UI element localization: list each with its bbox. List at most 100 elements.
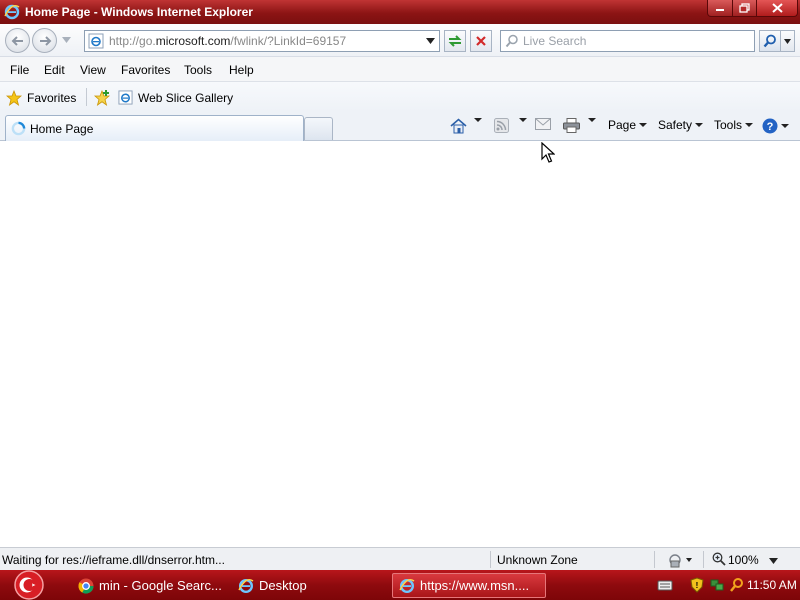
home-button[interactable]	[450, 118, 467, 134]
search-button[interactable]	[759, 30, 781, 52]
search-icon	[763, 34, 776, 48]
favorites-button[interactable]: Favorites	[27, 91, 76, 105]
taskbar-item-chrome[interactable]: min - Google Searc...	[72, 573, 222, 598]
status-separator	[703, 551, 704, 568]
minimize-button[interactable]	[707, 0, 733, 17]
print-icon	[563, 118, 580, 133]
refresh-icon	[448, 35, 462, 47]
forward-button[interactable]	[32, 28, 57, 53]
home-dropdown-button[interactable]	[474, 118, 482, 122]
read-mail-button[interactable]	[535, 118, 551, 130]
home-icon	[450, 118, 467, 134]
new-tab-button[interactable]	[304, 117, 333, 140]
menu-tools[interactable]: Tools	[184, 63, 212, 77]
stop-button[interactable]	[470, 30, 492, 52]
taskbar: min - Google Searc... Desktop https://ww…	[0, 570, 800, 600]
mail-icon	[535, 118, 551, 130]
status-bar: Waiting for res://ieframe.dll/dnserror.h…	[0, 547, 800, 570]
favorites-bar: Favorites Web Slice Gallery	[0, 82, 800, 112]
maximize-button[interactable]	[732, 0, 757, 17]
svg-text:?: ?	[767, 121, 774, 133]
system-tray: !	[657, 574, 749, 596]
rss-feed-icon	[494, 118, 509, 133]
menu-bar: File Edit View Favorites Tools Help	[0, 57, 800, 82]
zoom-level[interactable]: 100%	[728, 553, 759, 567]
navigation-bar: http://go.microsoft.com/fwlink/?LinkId=6…	[0, 24, 800, 57]
add-to-favorites-bar-icon[interactable]	[93, 89, 111, 107]
back-button[interactable]	[5, 28, 30, 53]
search-box[interactable]	[500, 30, 755, 52]
start-button[interactable]	[12, 569, 46, 600]
feeds-dropdown-button[interactable]	[519, 118, 527, 122]
status-separator	[490, 551, 491, 568]
page-menu-button[interactable]: Page	[608, 118, 648, 132]
ie-logo-icon	[4, 4, 20, 20]
taskbar-item-label: min - Google Searc...	[99, 578, 222, 593]
network-icon[interactable]	[709, 577, 725, 593]
security-zone[interactable]: Unknown Zone	[497, 553, 578, 567]
search-input[interactable]	[523, 33, 751, 49]
search-options-button[interactable]	[781, 30, 795, 52]
ie-icon	[238, 578, 254, 593]
address-url[interactable]: http://go.microsoft.com/fwlink/?LinkId=6…	[109, 34, 346, 48]
page-content[interactable]	[0, 141, 800, 547]
tab-row: Home Page Page Safety Tools ?	[0, 112, 800, 141]
stop-icon	[476, 36, 486, 46]
page-menu-label: Page	[608, 118, 637, 132]
address-dropdown-icon[interactable]	[426, 38, 435, 44]
zoom-dropdown-icon[interactable]	[769, 558, 778, 564]
status-separator	[654, 551, 655, 568]
status-text: Waiting for res://ieframe.dll/dnserror.h…	[2, 553, 225, 567]
print-dropdown-button[interactable]	[588, 118, 596, 122]
close-icon	[771, 3, 783, 13]
clock[interactable]: 11:50 AM	[747, 578, 797, 592]
close-button[interactable]	[756, 0, 798, 17]
tools-menu-button[interactable]: Tools	[714, 118, 754, 132]
menu-edit[interactable]: Edit	[44, 63, 65, 77]
protected-mode-icon[interactable]	[665, 552, 695, 568]
page-icon	[88, 33, 104, 49]
favorites-star-icon[interactable]	[6, 90, 22, 106]
zoom-icon[interactable]	[712, 552, 726, 566]
menu-favorites[interactable]: Favorites	[121, 63, 170, 77]
safety-menu-label: Safety	[658, 118, 693, 132]
mouse-cursor-icon	[541, 142, 555, 163]
security-shield-icon[interactable]: !	[689, 577, 705, 593]
restore-icon	[739, 3, 750, 13]
feeds-button[interactable]	[494, 118, 509, 133]
search-tray-icon[interactable]	[729, 577, 745, 593]
title-bar: Home Page - Windows Internet Explorer	[0, 0, 800, 24]
taskbar-item-msn[interactable]: https://www.msn....	[392, 573, 546, 598]
favorites-separator	[86, 88, 87, 106]
chevron-down-icon	[781, 124, 789, 128]
recent-pages-dropdown-icon[interactable]	[62, 37, 71, 43]
web-slice-gallery-link[interactable]: Web Slice Gallery	[138, 91, 233, 105]
loading-spinner-icon	[11, 121, 26, 136]
chevron-down-icon	[474, 118, 482, 122]
address-bar[interactable]: http://go.microsoft.com/fwlink/?LinkId=6…	[84, 30, 440, 52]
tab-home-page[interactable]: Home Page	[5, 115, 304, 141]
tab-label: Home Page	[30, 122, 94, 136]
forward-arrow-icon	[39, 35, 51, 46]
keyboard-icon[interactable]	[657, 577, 673, 593]
refresh-button[interactable]	[444, 30, 466, 52]
back-arrow-icon	[11, 35, 23, 46]
print-button[interactable]	[563, 118, 580, 133]
taskbar-item-desktop[interactable]: Desktop	[232, 573, 382, 598]
safety-menu-button[interactable]: Safety	[658, 118, 704, 132]
menu-help[interactable]: Help	[229, 63, 254, 77]
menu-view[interactable]: View	[80, 63, 106, 77]
search-provider-icon	[505, 34, 518, 48]
help-menu-button[interactable]: ?	[762, 118, 789, 134]
chevron-down-icon	[588, 118, 596, 122]
search-options-dropdown-icon	[784, 38, 791, 44]
taskbar-item-label: Desktop	[259, 578, 307, 593]
taskbar-item-label: https://www.msn....	[420, 578, 530, 593]
chevron-down-icon	[695, 123, 704, 127]
tools-menu-label: Tools	[714, 118, 743, 132]
ie-icon	[399, 578, 415, 593]
chevron-down-icon	[639, 123, 648, 127]
web-slice-page-icon	[118, 90, 133, 105]
window-title: Home Page - Windows Internet Explorer	[25, 5, 253, 19]
menu-file[interactable]: File	[10, 63, 29, 77]
